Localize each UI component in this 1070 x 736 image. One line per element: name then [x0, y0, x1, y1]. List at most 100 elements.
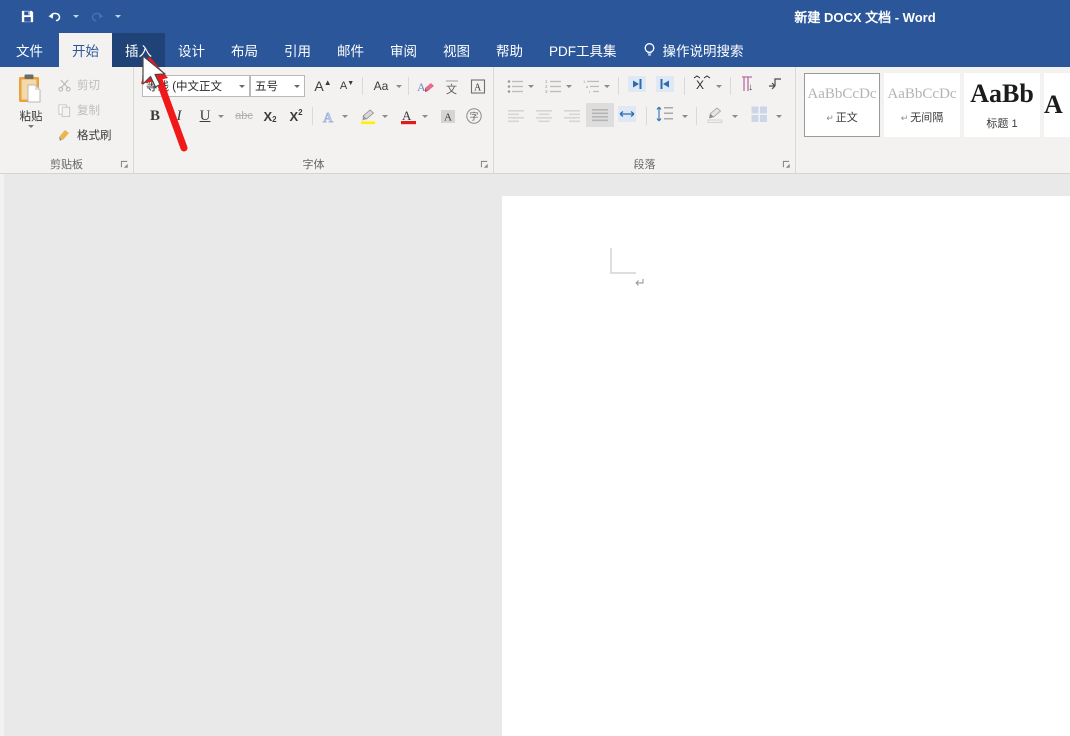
copy-label: 复制	[77, 105, 100, 117]
tab-references[interactable]: 引用	[271, 33, 324, 67]
undo-dropdown-icon[interactable]	[70, 5, 82, 29]
phonetic-guide-icon[interactable]: 文	[440, 75, 464, 97]
tab-insert[interactable]: 插入	[112, 33, 165, 67]
tab-pdf-tools[interactable]: PDF工具集	[536, 33, 630, 67]
show-marks-icon[interactable]: ↓	[736, 73, 760, 95]
tab-help[interactable]: 帮助	[483, 33, 536, 67]
decrease-indent-icon[interactable]	[624, 73, 650, 95]
paste-button[interactable]: 粘贴	[10, 73, 52, 128]
ribbon-group-paragraph: 1 2 3 1 a i X ↓ 段落	[494, 67, 796, 174]
svg-text:A: A	[444, 111, 452, 123]
bullet-list-icon[interactable]	[504, 75, 526, 97]
font-size-dropdown-icon[interactable]	[294, 85, 300, 88]
distribute-icon[interactable]	[614, 103, 640, 125]
format-painter-button[interactable]: 格式刷	[56, 127, 112, 143]
copy-button[interactable]: 复制	[56, 102, 100, 118]
paragraph-dialog-launcher[interactable]	[782, 160, 791, 171]
align-left-icon[interactable]	[504, 105, 528, 127]
font-name-dropdown-icon[interactable]	[239, 85, 245, 88]
style-sample-text: AaBb	[970, 79, 1034, 108]
quick-access-toolbar	[0, 5, 124, 29]
ribbon-group-styles: AaBbCcDc ↵ 正文 AaBbCcDc ↵ 无间隔 AaBb 标题 1 A	[796, 67, 1070, 174]
margin-corner-marker	[610, 248, 636, 274]
borders-dropdown-icon[interactable]	[774, 105, 784, 127]
tell-me-search[interactable]: 操作说明搜索	[630, 33, 757, 67]
align-right-icon[interactable]	[560, 105, 584, 127]
text-effects-dropdown-icon[interactable]	[340, 105, 350, 127]
document-page[interactable]: ↵	[502, 196, 1070, 736]
change-case-dropdown-icon[interactable]	[394, 75, 404, 97]
show-formatting-marks-icon[interactable]	[764, 73, 788, 95]
line-spacing-icon[interactable]	[652, 103, 678, 125]
line-spacing-dropdown-icon[interactable]	[680, 105, 690, 127]
copy-icon	[56, 102, 72, 118]
underline-icon[interactable]: U	[194, 105, 216, 127]
undo-icon[interactable]	[42, 5, 68, 29]
multilevel-list-dropdown-icon[interactable]	[602, 75, 612, 97]
tab-layout[interactable]: 布局	[218, 33, 271, 67]
superscript-icon[interactable]: X2	[284, 105, 308, 127]
multilevel-list-icon[interactable]: 1 a i	[580, 75, 602, 97]
cut-button[interactable]: 剪切	[56, 77, 100, 93]
clipboard-group-label: 剪贴板	[50, 159, 83, 171]
font-size-value: 五号	[255, 81, 278, 93]
tab-mailings[interactable]: 邮件	[324, 33, 377, 67]
font-color-icon[interactable]: A	[396, 105, 420, 127]
bullet-list-dropdown-icon[interactable]	[526, 75, 536, 97]
character-border-icon[interactable]: A	[466, 75, 490, 97]
style-item-heading-1[interactable]: AaBb 标题 1	[964, 73, 1040, 137]
customize-qat-icon[interactable]	[112, 5, 124, 29]
font-color-dropdown-icon[interactable]	[420, 105, 430, 127]
font-name-input[interactable]: 等线 (中文正文	[142, 75, 250, 97]
paste-icon	[19, 74, 41, 103]
italic-icon[interactable]: I	[168, 105, 190, 127]
shading-icon[interactable]	[702, 103, 728, 125]
clear-formatting-icon[interactable]: A	[414, 75, 438, 97]
ribbon: 粘贴 剪切 复制 格式刷 剪贴板 等线 (中文正文 五号 A ▲ A ▼ Aa …	[0, 67, 1070, 174]
font-dialog-launcher[interactable]	[480, 160, 489, 171]
font-group-label: 字体	[302, 159, 325, 171]
style-item-partial[interactable]: A	[1044, 73, 1070, 137]
character-shading-icon[interactable]: A	[436, 105, 460, 127]
clipboard-dialog-launcher[interactable]	[120, 160, 129, 171]
shrink-font-icon[interactable]: A ▼	[336, 75, 358, 97]
redo-icon[interactable]	[84, 5, 110, 29]
font-size-input[interactable]: 五号	[250, 75, 305, 97]
subscript-icon[interactable]: X2	[258, 105, 282, 127]
svg-text:A: A	[402, 108, 412, 123]
sort-dropdown-icon[interactable]	[714, 75, 724, 97]
ribbon-group-font: 等线 (中文正文 五号 A ▲ A ▼ Aa A 文 A B I U abc X…	[134, 67, 494, 174]
change-case-icon[interactable]: Aa	[368, 75, 394, 97]
bold-icon[interactable]: B	[144, 105, 166, 127]
text-effects-icon[interactable]: A	[318, 105, 340, 127]
enclose-character-icon[interactable]: 字	[462, 105, 486, 127]
highlight-color-dropdown-icon[interactable]	[380, 105, 390, 127]
tab-home[interactable]: 开始	[59, 33, 112, 67]
pilcrow-icon: ↵	[826, 112, 834, 123]
shading-dropdown-icon[interactable]	[730, 105, 740, 127]
style-sample-text: AaBbCcDc	[887, 85, 957, 102]
align-center-icon[interactable]	[532, 105, 556, 127]
justify-icon[interactable]	[586, 103, 614, 127]
ribbon-group-clipboard: 粘贴 剪切 复制 格式刷 剪贴板	[0, 67, 134, 174]
tab-view[interactable]: 视图	[430, 33, 483, 67]
paste-dropdown-icon[interactable]	[28, 125, 34, 128]
grow-font-icon[interactable]: A ▲	[312, 75, 334, 97]
save-icon[interactable]	[14, 5, 40, 29]
ribbon-tab-strip: 文件 开始 插入 设计 布局 引用 邮件 审阅 视图 帮助 PDF工具集 操作说…	[0, 33, 1070, 67]
highlight-color-icon[interactable]	[356, 105, 380, 127]
numbered-list-dropdown-icon[interactable]	[564, 75, 574, 97]
borders-icon[interactable]	[746, 103, 772, 125]
strikethrough-icon[interactable]: abc	[232, 105, 256, 127]
numbered-list-icon[interactable]: 1 2 3	[542, 75, 564, 97]
style-item-body[interactable]: AaBbCcDc ↵ 正文	[804, 73, 880, 137]
tell-me-label: 操作说明搜索	[662, 44, 744, 59]
tab-review[interactable]: 审阅	[377, 33, 430, 67]
sort-icon[interactable]: X	[690, 73, 714, 95]
tab-design[interactable]: 设计	[165, 33, 218, 67]
underline-dropdown-icon[interactable]	[216, 105, 226, 127]
paste-label: 粘贴	[19, 111, 43, 123]
increase-indent-icon[interactable]	[652, 73, 678, 95]
tab-file[interactable]: 文件	[0, 33, 59, 67]
style-item-no-spacing[interactable]: AaBbCcDc ↵ 无间隔	[884, 73, 960, 137]
